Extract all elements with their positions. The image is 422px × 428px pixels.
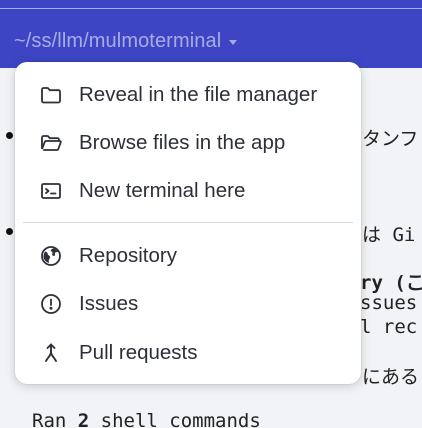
folder-icon: [39, 83, 63, 107]
folder-open-icon: [39, 131, 63, 155]
content-text: ssues: [360, 292, 418, 314]
menu-item-label: Issues: [79, 292, 139, 315]
merge-icon: [39, 341, 63, 365]
content-text: タンフ: [362, 128, 419, 150]
content-text: l rec: [360, 316, 418, 338]
alert-circle-icon: [39, 292, 63, 316]
chevron-down-icon: [229, 39, 238, 45]
menu-item-label: New terminal here: [79, 179, 246, 202]
top-bar-divider: [0, 8, 422, 9]
tool-summary-count: 2: [77, 410, 90, 428]
context-menu: Reveal in the file manager Browse files …: [15, 62, 361, 384]
terminal-icon: [39, 179, 63, 203]
tool-summary[interactable]: Ran 2 shell commands: [32, 410, 261, 428]
menu-item-label: Pull requests: [79, 341, 198, 364]
globe-icon: [39, 244, 63, 268]
menu-item-reveal-in-file-manager[interactable]: Reveal in the file manager: [15, 77, 361, 113]
content-text: にある: [362, 366, 420, 388]
menu-item-label: Repository: [79, 244, 177, 267]
path-dropdown-button[interactable]: ~/ss/llm/mulmoterminal: [14, 28, 238, 54]
tool-summary-prefix: Ran: [32, 410, 78, 428]
menu-item-browse-files[interactable]: Browse files in the app: [15, 125, 361, 161]
menu-item-label: Reveal in the file manager: [79, 83, 318, 106]
content-text: は Gi: [362, 224, 416, 246]
menu-item-label: Browse files in the app: [79, 131, 286, 154]
menu-item-pull-requests[interactable]: Pull requests: [15, 335, 361, 371]
top-bar: ~/ss/llm/mulmoterminal: [0, 0, 422, 68]
menu-divider: [23, 222, 353, 223]
content-text: ry (こ: [360, 272, 422, 294]
list-bullet: [6, 228, 13, 235]
menu-item-repository[interactable]: Repository: [15, 238, 361, 274]
tool-summary-suffix: shell commands: [89, 410, 261, 428]
menu-item-new-terminal[interactable]: New terminal here: [15, 173, 361, 209]
list-bullet: [6, 132, 13, 139]
menu-item-issues[interactable]: Issues: [15, 286, 361, 322]
path-label: ~/ss/llm/mulmoterminal: [14, 29, 222, 52]
